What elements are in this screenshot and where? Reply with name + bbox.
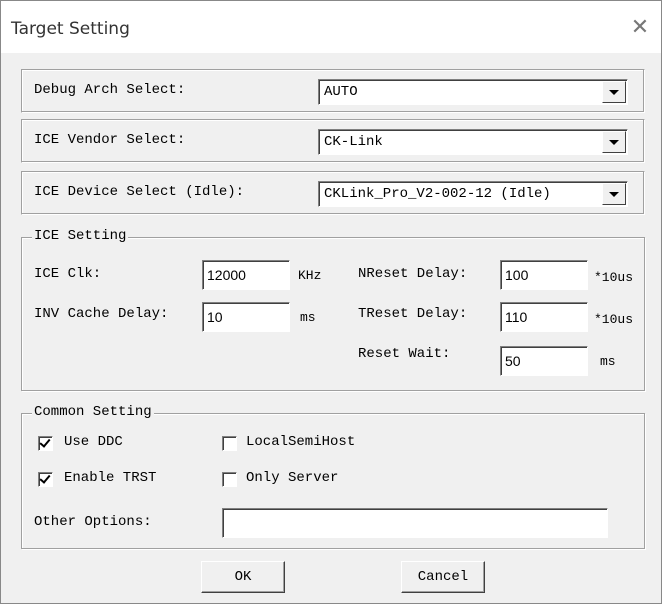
reset-wait-label: Reset Wait: (358, 346, 451, 362)
debug-arch-value: AUTO (324, 84, 358, 100)
ice-clk-unit: KHz (298, 268, 322, 283)
debug-arch-label: Debug Arch Select: (34, 82, 186, 98)
common-setting-group: Common Setting Use DDC LocalSemiHost Ena… (21, 404, 645, 549)
reset-wait-value: 50 (505, 353, 521, 369)
ice-setting-legend: ICE Setting (32, 228, 129, 244)
enable-trst-label: Enable TRST (64, 470, 157, 486)
title-bar: Target Setting ✕ (1, 1, 661, 53)
ice-vendor-value: CK-Link (324, 134, 383, 150)
ice-device-value: CKLink_Pro_V2-002-12 (Idle) (324, 186, 551, 202)
enable-trst-checkbox[interactable] (38, 472, 53, 487)
inv-cache-delay-label: INV Cache Delay: (34, 306, 169, 322)
chevron-down-icon[interactable] (602, 131, 626, 153)
other-options-field[interactable] (222, 508, 608, 538)
target-setting-dialog: Target Setting ✕ Debug Arch Select: AUTO… (0, 0, 662, 604)
nreset-delay-value: 100 (505, 267, 529, 283)
treset-delay-label: TReset Delay: (358, 306, 468, 322)
only-server-checkbox[interactable] (222, 472, 237, 487)
ok-button[interactable]: OK (201, 561, 285, 593)
ice-device-panel: ICE Device Select (Idle): CKLink_Pro_V2-… (21, 171, 645, 215)
nreset-delay-field[interactable]: 100 (500, 260, 588, 290)
cancel-button[interactable]: Cancel (401, 561, 485, 593)
ice-vendor-panel: ICE Vendor Select: CK-Link (21, 119, 645, 163)
treset-delay-field[interactable]: 110 (500, 302, 588, 332)
ice-vendor-select[interactable]: CK-Link (318, 129, 628, 155)
chevron-down-icon[interactable] (602, 81, 626, 103)
only-server-label: Only Server (246, 470, 339, 486)
nreset-delay-unit: *10us (594, 270, 634, 285)
close-icon[interactable]: ✕ (627, 15, 653, 41)
ice-device-select[interactable]: CKLink_Pro_V2-002-12 (Idle) (318, 181, 628, 207)
use-ddc-label: Use DDC (64, 434, 123, 450)
ice-device-label: ICE Device Select (Idle): (34, 184, 245, 200)
nreset-delay-label: NReset Delay: (358, 266, 468, 282)
use-ddc-checkbox[interactable] (38, 436, 53, 451)
reset-wait-unit: ms (600, 354, 616, 369)
treset-delay-value: 110 (505, 309, 528, 325)
local-semihost-label: LocalSemiHost (246, 434, 356, 450)
other-options-label: Other Options: (34, 514, 152, 530)
treset-delay-unit: *10us (594, 312, 634, 327)
ice-clk-label: ICE Clk: (34, 266, 102, 282)
ice-clk-field[interactable]: 12000 (202, 260, 290, 290)
inv-cache-delay-unit: ms (300, 310, 316, 325)
reset-wait-field[interactable]: 50 (500, 346, 588, 376)
common-setting-legend: Common Setting (32, 404, 154, 420)
local-semihost-checkbox[interactable] (222, 436, 237, 451)
debug-arch-panel: Debug Arch Select: AUTO (21, 69, 645, 113)
ice-vendor-label: ICE Vendor Select: (34, 132, 186, 148)
inv-cache-delay-value: 10 (207, 309, 223, 325)
chevron-down-icon[interactable] (602, 183, 626, 205)
ice-setting-group: ICE Setting ICE Clk: 12000 KHz INV Cache… (21, 228, 645, 391)
inv-cache-delay-field[interactable]: 10 (202, 302, 290, 332)
dialog-title: Target Setting (11, 19, 130, 39)
ice-clk-value: 12000 (207, 267, 246, 283)
debug-arch-select[interactable]: AUTO (318, 79, 628, 105)
